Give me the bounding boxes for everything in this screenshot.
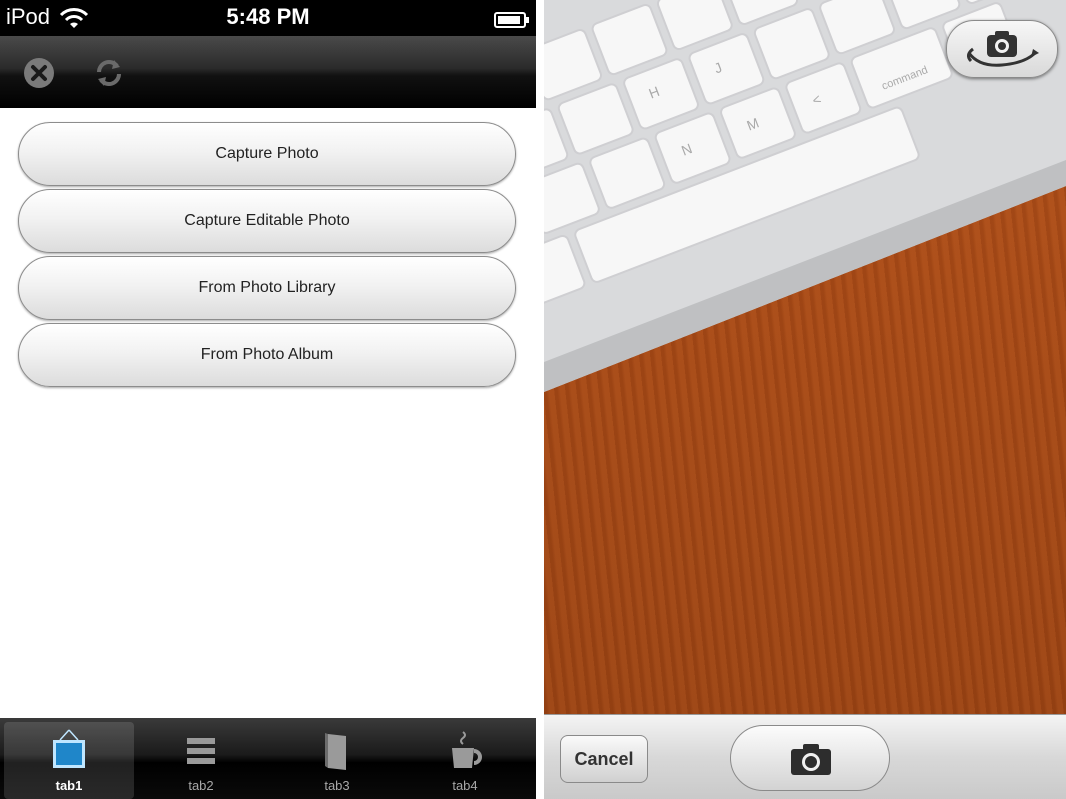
tab-4[interactable]: tab4 [400, 722, 530, 799]
close-icon[interactable] [22, 56, 56, 90]
tab-4-label: tab4 [452, 778, 478, 793]
photo-source-buttons: Capture Photo Capture Editable Photo Fro… [18, 122, 518, 390]
capture-editable-photo-button[interactable]: Capture Editable Photo [18, 189, 516, 253]
tab-1[interactable]: tab1 [4, 722, 134, 799]
camera-icon [791, 744, 831, 775]
tab-3[interactable]: tab3 [272, 722, 402, 799]
list-icon [187, 738, 215, 764]
switch-camera-button[interactable] [946, 20, 1058, 78]
tab-2[interactable]: tab2 [136, 722, 266, 799]
camera-screen: H J K N M < command Cancel [544, 0, 1066, 799]
camera-viewfinder: H J K N M < command [544, 0, 1066, 714]
photo-menu-screen: iPod 5:48 PM Capture Photo Capture Edita… [0, 0, 536, 799]
shutter-button[interactable] [730, 725, 890, 791]
tab-bar: tab1 tab2 tab3 tab4 [0, 718, 536, 799]
status-bar: iPod 5:48 PM [0, 0, 536, 36]
tab-1-label: tab1 [55, 778, 83, 793]
tab-3-label: tab3 [324, 778, 350, 793]
keyboard-scene: H J K N M < command [544, 0, 1066, 392]
top-toolbar [0, 36, 536, 108]
cancel-button[interactable]: Cancel [560, 735, 648, 783]
camera-control-bar: Cancel [544, 714, 1066, 799]
status-time: 5:48 PM [226, 4, 310, 29]
picture-frame-icon [53, 729, 85, 768]
from-photo-album-button[interactable]: From Photo Album [18, 323, 516, 387]
refresh-icon[interactable] [92, 56, 126, 90]
coffee-cup-icon [452, 731, 482, 768]
book-icon [325, 733, 346, 770]
from-photo-library-button[interactable]: From Photo Library [18, 256, 516, 320]
switch-camera-icon [966, 31, 1039, 67]
capture-photo-button[interactable]: Capture Photo [18, 122, 516, 186]
tab-2-label: tab2 [188, 778, 214, 793]
battery-icon [494, 12, 529, 28]
